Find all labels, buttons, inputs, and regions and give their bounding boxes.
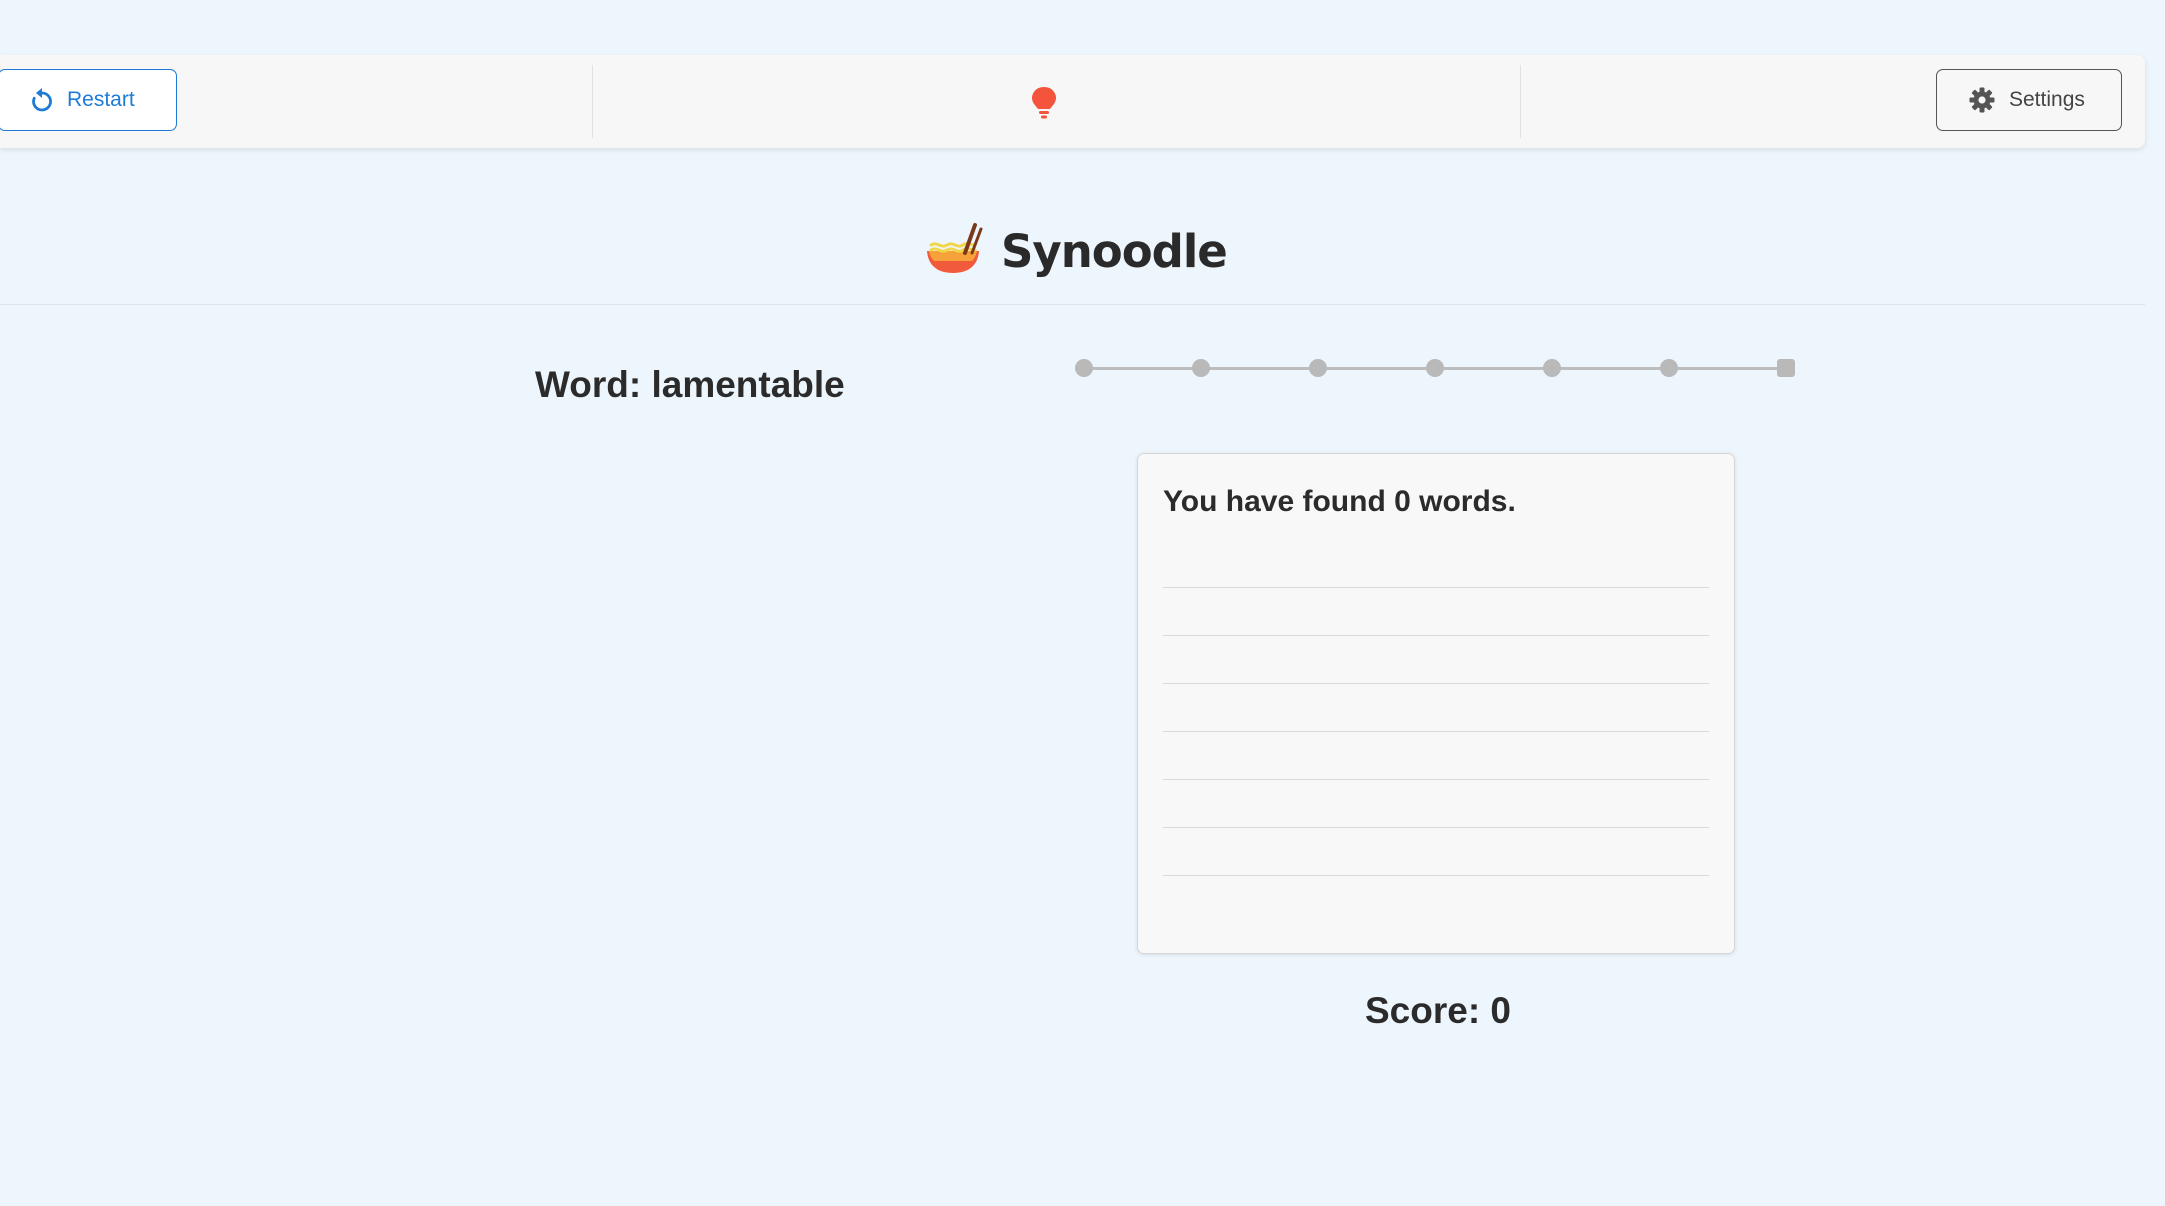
noodle-bowl-icon	[927, 223, 983, 273]
progress-step	[1426, 359, 1444, 377]
found-words-count: You have found 0 words.	[1163, 485, 1516, 518]
progress-step	[1192, 359, 1210, 377]
found-words-panel: You have found 0 words.	[1137, 453, 1735, 954]
progress-step	[1075, 359, 1093, 377]
word-slot	[1163, 683, 1709, 684]
settings-button[interactable]: Settings	[1936, 69, 2122, 131]
restart-icon	[32, 88, 52, 112]
word-slot	[1163, 731, 1709, 732]
settings-label: Settings	[2009, 88, 2085, 111]
word-slot	[1163, 587, 1709, 588]
word-slot	[1163, 635, 1709, 636]
restart-label: Restart	[67, 88, 135, 111]
progress-step	[1309, 359, 1327, 377]
game-page: Restart Settings Synoodle Word: lamentab…	[0, 0, 2165, 1206]
app-logo: Synoodle	[925, 222, 1228, 280]
progress-track	[1075, 355, 1800, 381]
target-word-label: Word: lamentable	[535, 364, 845, 405]
progress-step	[1660, 359, 1678, 377]
header-divider	[0, 304, 2145, 305]
toolbar-divider	[1520, 65, 1521, 138]
logo-text: Synoodle	[1001, 224, 1228, 278]
word-slot	[1163, 827, 1709, 828]
gear-icon	[1969, 87, 1995, 113]
lightbulb-icon[interactable]	[1029, 85, 1059, 126]
progress-goal	[1777, 359, 1795, 377]
restart-button[interactable]: Restart	[0, 69, 177, 131]
top-toolbar: Restart Settings	[0, 55, 2145, 148]
score-label: Score: 0	[1365, 990, 1512, 1031]
word-slot	[1163, 779, 1709, 780]
toolbar-divider	[592, 65, 593, 138]
progress-step	[1543, 359, 1561, 377]
word-slot	[1163, 875, 1709, 876]
